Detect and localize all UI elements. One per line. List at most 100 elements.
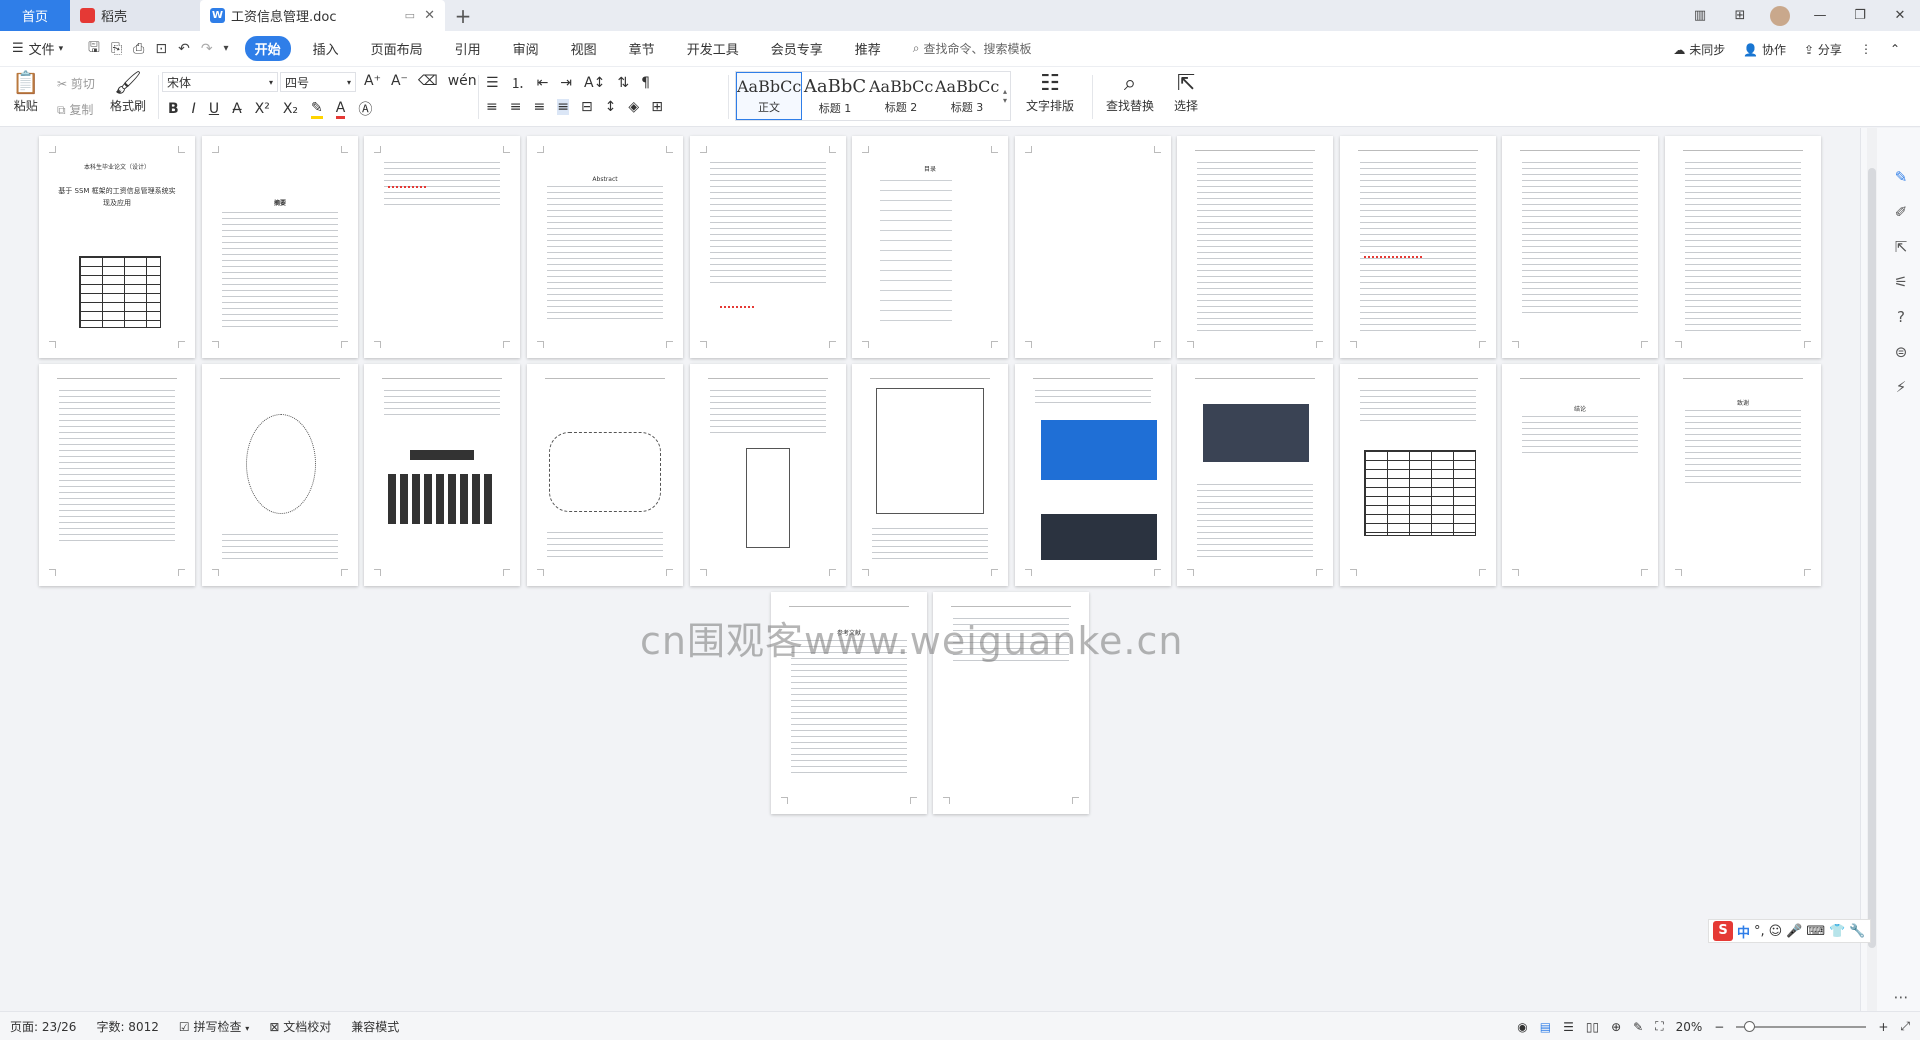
find-replace-button[interactable]: ⌕ 查找替换 bbox=[1106, 71, 1154, 114]
more-icon[interactable]: ⋮ bbox=[1860, 42, 1872, 56]
fit-page-icon[interactable]: ⛶ bbox=[1655, 1019, 1663, 1034]
page-thumbnail[interactable] bbox=[1015, 136, 1171, 358]
minimize-icon[interactable]: — bbox=[1800, 8, 1840, 23]
align-right-icon[interactable]: ≡ bbox=[533, 99, 545, 115]
page-thumbnail[interactable] bbox=[1502, 136, 1658, 358]
highlight-icon[interactable]: ✎ bbox=[311, 100, 323, 119]
paste-button[interactable]: 📋 粘贴 bbox=[12, 71, 39, 114]
zoom-slider[interactable] bbox=[1736, 1020, 1867, 1032]
select-button[interactable]: ⇱ 选择 bbox=[1174, 71, 1198, 114]
numbered-list-icon[interactable]: ⒈ bbox=[511, 73, 525, 93]
page-thumbnail[interactable]: 本科生毕业论文（设计） 基于 SSM 框架的工资信息管理系统实 现及应用 bbox=[39, 136, 195, 358]
page-thumbnail[interactable]: 目录 bbox=[852, 136, 1008, 358]
sync-button[interactable]: ☁ 未同步 bbox=[1673, 41, 1725, 58]
borders-icon[interactable]: ⊞ bbox=[651, 99, 663, 115]
tab-insert[interactable]: 插入 bbox=[303, 36, 349, 61]
emoji-icon[interactable]: ☺ bbox=[1769, 924, 1783, 939]
page-thumbnail[interactable] bbox=[1177, 136, 1333, 358]
subscript-icon[interactable]: X₂ bbox=[283, 101, 298, 117]
sort-icon[interactable]: ⇅ bbox=[617, 75, 629, 91]
keyboard-icon[interactable]: ⌨ bbox=[1806, 924, 1825, 939]
text-direction-icon[interactable]: A↕ bbox=[584, 75, 605, 91]
shading-icon[interactable]: ◈ bbox=[628, 99, 639, 115]
zoom-slider-knob[interactable] bbox=[1744, 1020, 1756, 1032]
tab-review[interactable]: 审阅 bbox=[503, 36, 549, 61]
tab-start[interactable]: 开始 bbox=[244, 36, 291, 61]
web-view-icon[interactable]: ⊕ bbox=[1611, 1020, 1621, 1034]
cut-button[interactable]: ✂ 剪切 bbox=[57, 75, 95, 92]
italic-icon[interactable]: I bbox=[192, 101, 196, 117]
read-view-icon[interactable]: ▯▯ bbox=[1586, 1020, 1599, 1034]
tools-icon[interactable]: 🔧 bbox=[1849, 924, 1865, 939]
page-thumbnail[interactable] bbox=[690, 136, 846, 358]
page-thumbnail[interactable]: Abstract bbox=[527, 136, 683, 358]
page-indicator[interactable]: 页面: 23/26 bbox=[10, 1018, 76, 1035]
file-menu[interactable]: ☰ 文件 ▾ bbox=[12, 39, 82, 58]
tab-page-layout[interactable]: 页面布局 bbox=[361, 36, 433, 61]
layout-icon[interactable]: ▥ bbox=[1680, 8, 1720, 23]
decrease-indent-icon[interactable]: ⇤ bbox=[537, 75, 549, 91]
tab-daoke[interactable]: 稻壳 bbox=[70, 0, 200, 31]
page-thumbnail[interactable] bbox=[527, 364, 683, 586]
ime-chinese-mode[interactable]: 中 bbox=[1737, 922, 1750, 941]
print-icon[interactable]: ⎙ bbox=[133, 41, 144, 57]
align-center-icon[interactable]: ≡ bbox=[510, 99, 522, 115]
align-left-icon[interactable]: ≡ bbox=[486, 99, 498, 115]
tab-references[interactable]: 引用 bbox=[445, 36, 491, 61]
tab-home[interactable]: 首页 bbox=[0, 0, 70, 31]
show-marks-icon[interactable]: ¶ bbox=[641, 75, 650, 91]
mic-icon[interactable]: 🎤 bbox=[1786, 924, 1802, 939]
clear-format-icon[interactable]: ⌫ bbox=[418, 73, 438, 89]
ai-writer-icon[interactable]: ✎ bbox=[1891, 168, 1911, 188]
page-thumbnail[interactable] bbox=[1340, 364, 1496, 586]
write-view-icon[interactable]: ✎ bbox=[1633, 1020, 1643, 1034]
char-border-icon[interactable]: Ⓐ bbox=[358, 99, 372, 119]
grow-font-icon[interactable]: A⁺ bbox=[364, 73, 381, 89]
style-gallery-scroll[interactable]: ▴ ▾ bbox=[1000, 72, 1010, 120]
new-tab-button[interactable]: + bbox=[445, 0, 481, 31]
bullet-list-icon[interactable]: ☰ bbox=[486, 75, 499, 91]
tab-member[interactable]: 会员专享 bbox=[761, 36, 833, 61]
pinyin-icon[interactable]: wén bbox=[448, 73, 477, 89]
tab-view[interactable]: 视图 bbox=[561, 36, 607, 61]
tab-document[interactable]: W 工资信息管理.doc ▭ ✕ bbox=[200, 0, 445, 31]
font-size-select[interactable]: 四号 ▾ bbox=[280, 72, 356, 92]
adjust-icon[interactable]: ⚟ bbox=[1891, 273, 1911, 293]
document-workspace[interactable]: 本科生毕业论文（设计） 基于 SSM 框架的工资信息管理系统实 现及应用 摘要 … bbox=[0, 128, 1860, 1011]
style-heading-2[interactable]: AaBbCc 标题 2 bbox=[868, 72, 934, 120]
collapse-ribbon-icon[interactable]: ⌃ bbox=[1890, 42, 1900, 56]
page-thumbnail[interactable] bbox=[1015, 364, 1171, 586]
customize-icon[interactable]: ▾ bbox=[224, 43, 229, 54]
apps-grid-icon[interactable]: ⊞ bbox=[1720, 8, 1760, 23]
zoom-in-icon[interactable]: + bbox=[1878, 1020, 1888, 1034]
command-search[interactable]: ⌕ 查找命令、搜索模板 bbox=[913, 40, 1032, 57]
page-thumbnail[interactable] bbox=[1177, 364, 1333, 586]
page-thumbnail[interactable] bbox=[364, 136, 520, 358]
format-painter-button[interactable]: 🖌 格式刷 bbox=[110, 71, 146, 114]
page-thumbnail[interactable] bbox=[39, 364, 195, 586]
page-thumbnail[interactable]: 结论 bbox=[1502, 364, 1658, 586]
style-heading-1[interactable]: AaBbC 标题 1 bbox=[802, 72, 868, 120]
page-view-icon[interactable]: ▤ bbox=[1540, 1020, 1551, 1034]
grammar-icon[interactable]: ⊜ bbox=[1891, 343, 1911, 363]
line-spacing-icon[interactable]: ↕ bbox=[605, 99, 617, 115]
page-thumbnail[interactable] bbox=[202, 364, 358, 586]
undo-icon[interactable]: ↶ bbox=[178, 41, 190, 57]
restore-icon[interactable]: ❐ bbox=[1840, 8, 1880, 23]
page-thumbnail[interactable] bbox=[1665, 136, 1821, 358]
more-options-icon[interactable]: ⋯ bbox=[1891, 988, 1911, 1008]
close-tab-icon[interactable]: ✕ bbox=[424, 8, 435, 23]
style-heading-3[interactable]: AaBbCc 标题 3 bbox=[934, 72, 1000, 120]
justify-icon[interactable]: ≡ bbox=[557, 99, 569, 115]
outline-view-icon[interactable]: ☰ bbox=[1563, 1020, 1574, 1034]
pin-icon[interactable]: ▭ bbox=[405, 9, 415, 22]
fullscreen-icon[interactable]: ⤢ bbox=[1900, 1019, 1910, 1034]
scrollbar-thumb[interactable] bbox=[1868, 168, 1876, 948]
page-thumbnail[interactable]: 摘要 bbox=[202, 136, 358, 358]
page-thumbnail[interactable] bbox=[852, 364, 1008, 586]
close-window-icon[interactable]: ✕ bbox=[1880, 8, 1920, 23]
style-normal[interactable]: AaBbCcI 正文 bbox=[736, 72, 802, 120]
redo-icon[interactable]: ↷ bbox=[201, 41, 213, 57]
avatar[interactable] bbox=[1770, 5, 1790, 26]
page-thumbnail[interactable] bbox=[690, 364, 846, 586]
